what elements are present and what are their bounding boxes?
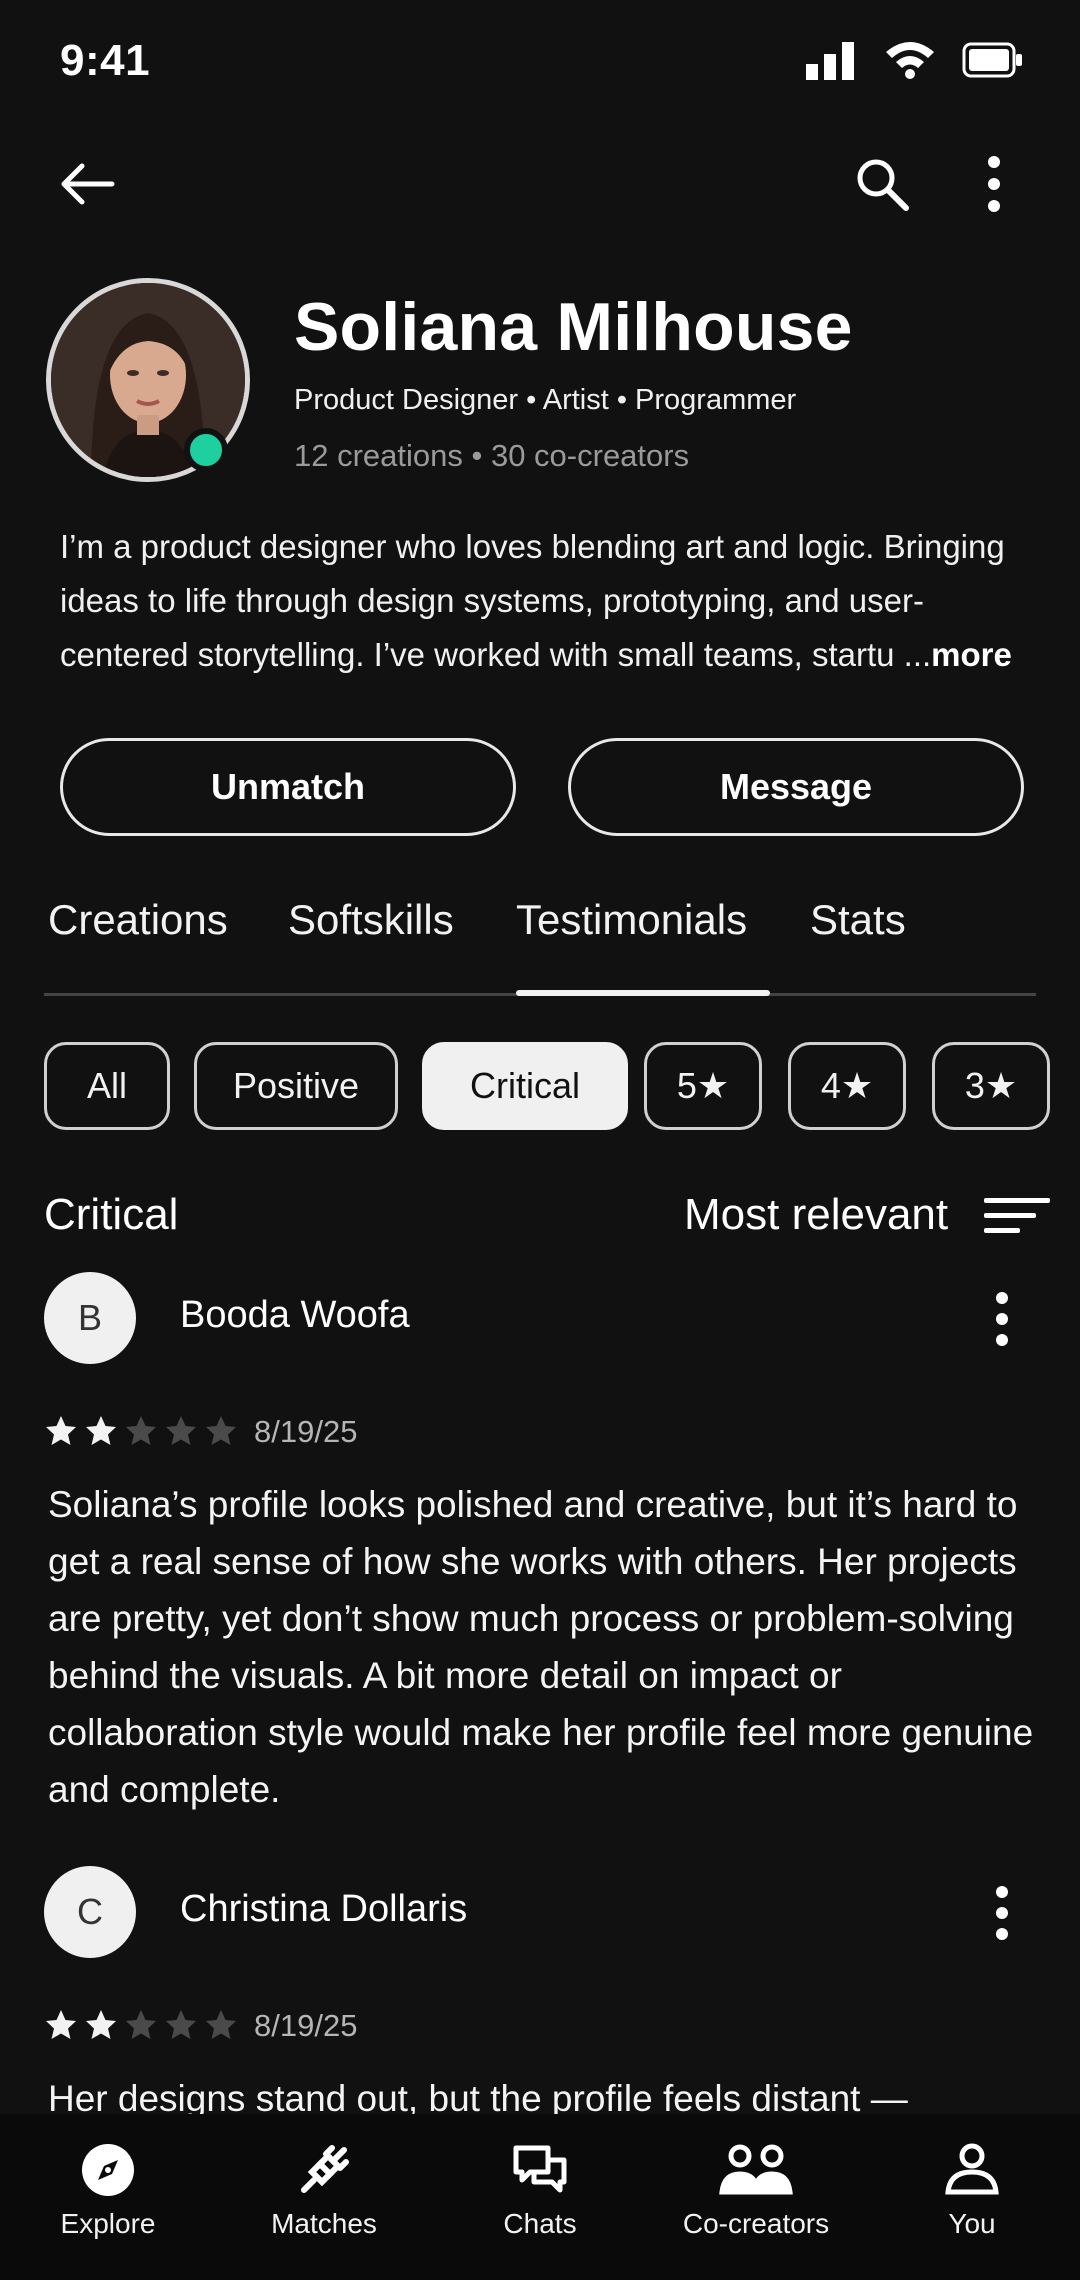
more-vertical-icon — [996, 1292, 1008, 1346]
tab-softskills[interactable]: Softskills — [288, 896, 454, 944]
review-more-button[interactable] — [964, 1868, 1040, 1958]
status-time: 9:41 — [60, 36, 151, 85]
star-empty-icon — [206, 2010, 236, 2039]
nav-matches[interactable]: Matches — [224, 2142, 424, 2240]
review-rating — [44, 1414, 238, 1448]
search-icon — [857, 159, 909, 211]
review-date: 8/19/25 — [254, 1414, 358, 1449]
bio-more-link[interactable]: more — [931, 636, 1012, 673]
reviewer-name[interactable]: Christina Dollaris — [180, 1888, 467, 1931]
back-arrow-icon — [61, 163, 115, 205]
filter-chip-critical[interactable]: Critical — [422, 1042, 628, 1130]
star-filled-icon — [46, 2010, 76, 2039]
star-filled-icon — [86, 2010, 116, 2039]
star-empty-icon — [166, 1416, 196, 1445]
plug-icon — [301, 2145, 349, 2193]
tab-stats[interactable]: Stats — [810, 896, 906, 944]
star-empty-icon — [126, 2010, 156, 2039]
review-more-button[interactable] — [964, 1274, 1040, 1364]
compass-icon — [82, 2144, 134, 2196]
reviewer-avatar[interactable]: C — [44, 1866, 136, 1958]
online-status-dot — [184, 428, 228, 472]
nav-label: Co-creators — [682, 2208, 830, 2239]
nav-co-creators[interactable]: Co-creators — [656, 2142, 856, 2240]
reviewer-name[interactable]: Booda Woofa — [180, 1294, 410, 1337]
signal-icon — [806, 42, 854, 80]
profile-name: Soliana Milhouse — [294, 289, 853, 365]
message-button[interactable]: Message — [568, 738, 1024, 836]
star-filled-icon — [86, 1416, 116, 1445]
filter-chip-5-stars[interactable]: 5★ — [644, 1042, 762, 1130]
nav-you[interactable]: You — [872, 2142, 1072, 2240]
search-button[interactable] — [842, 144, 922, 224]
reviewer-avatar[interactable]: B — [44, 1272, 136, 1364]
more-vertical-icon — [988, 156, 1000, 212]
bottom-navigation: Explore Matches Chats Co-creators You — [0, 2114, 1080, 2280]
people-icon — [719, 2144, 793, 2195]
star-empty-icon — [126, 1416, 156, 1445]
unmatch-button[interactable]: Unmatch — [60, 738, 516, 836]
section-title: Critical — [44, 1190, 179, 1239]
sort-dropdown[interactable]: Most relevant — [684, 1190, 948, 1240]
profile-stats: 12 creations • 30 co-creators — [294, 438, 690, 473]
tab-testimonials[interactable]: Testimonials — [516, 896, 747, 944]
profile-screen: 9:41 Soliana Milhouse Product Designer •… — [0, 0, 1080, 2280]
profile-roles: Product Designer • Artist • Programmer — [294, 384, 797, 416]
person-icon — [945, 2143, 999, 2195]
profile-bio: I’m a product designer who loves blendin… — [60, 520, 1030, 682]
more-options-button[interactable] — [954, 144, 1034, 224]
top-app-bar — [0, 140, 1080, 230]
nav-explore[interactable]: Explore — [8, 2142, 208, 2240]
filter-chip-4-stars[interactable]: 4★ — [788, 1042, 906, 1130]
nav-chats[interactable]: Chats — [440, 2142, 640, 2240]
back-button[interactable] — [46, 144, 126, 224]
battery-icon — [962, 42, 1022, 78]
profile-tabs: Creations Softskills Testimonials Stats — [44, 896, 1036, 996]
nav-label: Chats — [503, 2208, 577, 2239]
star-empty-icon — [206, 1416, 236, 1445]
bio-text: I’m a product designer who loves blendin… — [60, 528, 1005, 673]
review-rating — [44, 2008, 238, 2042]
review-date: 8/19/25 — [254, 2008, 358, 2043]
wifi-icon — [886, 42, 934, 79]
filter-chip-all[interactable]: All — [44, 1042, 170, 1130]
status-icons — [806, 40, 1024, 80]
review-text: Soliana’s profile looks polished and cre… — [48, 1484, 1034, 1810]
filter-chip-positive[interactable]: Positive — [194, 1042, 398, 1130]
active-tab-indicator — [516, 990, 770, 996]
status-bar: 9:41 — [0, 0, 1080, 120]
sort-icon[interactable] — [984, 1196, 1050, 1236]
chat-bubbles-icon — [513, 2145, 567, 2193]
more-vertical-icon — [996, 1886, 1008, 1940]
nav-label: Matches — [271, 2208, 377, 2239]
filter-chip-3-stars[interactable]: 3★ — [932, 1042, 1050, 1130]
nav-label: Explore — [60, 2208, 156, 2239]
star-empty-icon — [166, 2010, 196, 2039]
nav-label: You — [948, 2208, 996, 2239]
tab-creations[interactable]: Creations — [48, 896, 228, 944]
star-filled-icon — [46, 1416, 76, 1445]
